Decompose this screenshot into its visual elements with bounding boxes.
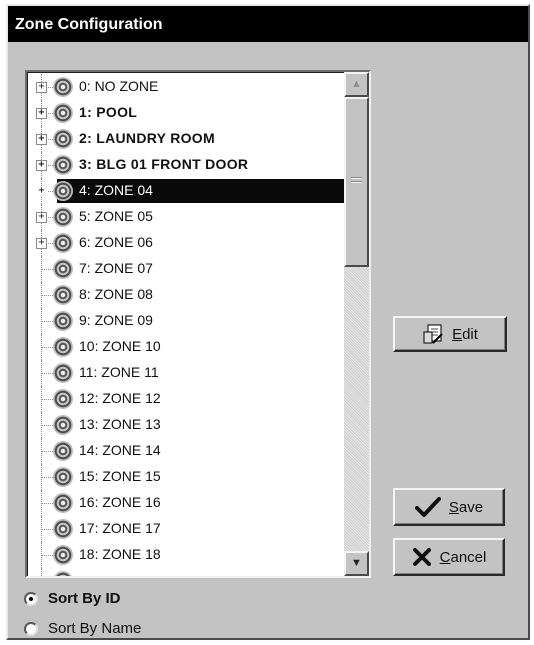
zone-label: 7: ZONE 07 — [79, 260, 153, 276]
zone-label: 1: POOL — [79, 104, 138, 120]
zone-label: 17: ZONE 17 — [79, 520, 161, 536]
zone-tree-item[interactable]: +5: ZONE 05 — [27, 204, 342, 230]
zone-tree-item[interactable]: +2: LAUNDRY ROOM — [27, 126, 342, 152]
zone-tree-item[interactable]: +4: ZONE 04 — [27, 178, 344, 204]
zone-speaker-icon — [53, 337, 73, 357]
zone-tree-item[interactable]: 13: ZONE 13 — [27, 412, 342, 438]
expand-plus-icon[interactable]: + — [36, 160, 47, 171]
zone-tree-item[interactable]: 18: ZONE 18 — [27, 542, 342, 568]
zone-label: 6: ZONE 06 — [79, 234, 153, 250]
edit-document-icon — [422, 323, 444, 345]
zone-label: 9: ZONE 09 — [79, 312, 153, 328]
zone-label: 2: LAUNDRY ROOM — [79, 130, 215, 146]
window-title: Zone Configuration — [8, 6, 528, 42]
zone-label: 3: BLG 01 FRONT DOOR — [79, 156, 249, 172]
zone-speaker-icon — [53, 311, 73, 331]
zone-tree-item[interactable]: 9: ZONE 09 — [27, 308, 342, 334]
zone-tree-list[interactable]: +0: NO ZONE +1: POOL +2: LAUNDRY ROOM +3: B… — [25, 70, 371, 578]
zone-speaker-icon — [53, 207, 73, 227]
zone-speaker-icon — [53, 571, 73, 576]
zone-tree-item[interactable]: 12: ZONE 12 — [27, 386, 342, 412]
zone-tree-item[interactable]: 14: ZONE 14 — [27, 438, 342, 464]
zone-list-items: +0: NO ZONE +1: POOL +2: LAUNDRY ROOM +3: B… — [27, 74, 344, 576]
save-button-label: Save — [448, 498, 484, 516]
zone-tree-item[interactable]: 15: ZONE 15 — [27, 464, 342, 490]
zone-label: 8: ZONE 08 — [79, 286, 153, 302]
expand-plus-icon[interactable]: + — [36, 186, 47, 197]
zone-label: 14: ZONE 14 — [79, 442, 161, 458]
expand-plus-icon[interactable]: + — [36, 108, 47, 119]
sort-by-name-label: Sort By Name — [48, 620, 142, 637]
zone-tree-item[interactable]: 17: ZONE 17 — [27, 516, 342, 542]
zone-speaker-icon — [53, 259, 73, 279]
zone-speaker-icon — [53, 493, 73, 513]
expand-plus-icon[interactable]: + — [36, 212, 47, 223]
zone-label: 13: ZONE 13 — [79, 416, 161, 432]
edit-button-label: Edit — [452, 325, 478, 343]
sort-by-name-option[interactable]: Sort By Name — [24, 620, 141, 637]
checkmark-icon — [414, 496, 441, 518]
zone-speaker-icon — [53, 441, 73, 461]
expand-plus-icon[interactable]: + — [36, 82, 47, 93]
sort-by-id-radio[interactable] — [24, 591, 38, 606]
zone-label: 18: ZONE 18 — [79, 546, 161, 562]
zone-tree-item[interactable]: 8: ZONE 08 — [27, 282, 342, 308]
zone-speaker-icon — [53, 519, 73, 539]
zone-label: 11: ZONE 11 — [79, 364, 159, 380]
zone-label: 4: ZONE 04 — [79, 182, 153, 198]
zone-tree-item[interactable] — [27, 568, 342, 576]
edit-button[interactable]: Edit — [393, 316, 507, 352]
thumb-grip — [351, 177, 362, 179]
tree-connector-line — [41, 568, 42, 576]
zone-speaker-icon — [53, 77, 73, 97]
zone-label: 10: ZONE 10 — [79, 338, 161, 354]
zone-tree-item[interactable]: +0: NO ZONE — [27, 74, 342, 100]
zone-tree-item[interactable]: +6: ZONE 06 — [27, 230, 342, 256]
scroll-up-arrow-icon[interactable]: ▲ — [344, 72, 369, 97]
thumb-grip — [351, 181, 362, 183]
zone-label: 0: NO ZONE — [79, 78, 159, 94]
zone-speaker-icon — [53, 129, 73, 149]
zone-label: 16: ZONE 16 — [79, 494, 161, 510]
zone-speaker-icon — [53, 545, 73, 565]
zone-tree-item[interactable]: +3: BLG 01 FRONT DOOR — [27, 152, 342, 178]
scroll-thumb[interactable] — [344, 97, 369, 267]
zone-speaker-icon — [53, 103, 73, 123]
save-button[interactable]: Save — [393, 488, 505, 526]
x-mark-icon — [412, 547, 432, 567]
zone-speaker-icon — [53, 363, 73, 383]
zone-speaker-icon — [53, 181, 73, 201]
sort-by-name-radio[interactable] — [24, 621, 38, 636]
expand-plus-icon[interactable]: + — [36, 238, 47, 249]
scroll-down-arrow-icon[interactable]: ▼ — [344, 551, 369, 576]
vertical-scrollbar[interactable]: ▲ ▼ — [344, 72, 369, 576]
zone-configuration-window: Zone Configuration +0: NO ZONE +1: POOL +2… — [6, 4, 530, 640]
zone-tree-item[interactable]: 11: ZONE 11 — [27, 360, 342, 386]
zone-label: 12: ZONE 12 — [79, 390, 161, 406]
zone-tree-item[interactable]: +1: POOL — [27, 100, 342, 126]
sort-by-id-option[interactable]: Sort By ID — [24, 590, 121, 607]
zone-speaker-icon — [53, 389, 73, 409]
zone-speaker-icon — [53, 233, 73, 253]
zone-label: 5: ZONE 05 — [79, 208, 153, 224]
cancel-button-label: Cancel — [439, 548, 487, 566]
zone-tree-item[interactable]: 10: ZONE 10 — [27, 334, 342, 360]
zone-speaker-icon — [53, 285, 73, 305]
zone-label: 15: ZONE 15 — [79, 468, 161, 484]
zone-tree-item[interactable]: 7: ZONE 07 — [27, 256, 342, 282]
expand-plus-icon[interactable]: + — [36, 134, 47, 145]
zone-speaker-icon — [53, 467, 73, 487]
cancel-button[interactable]: Cancel — [393, 538, 505, 576]
zone-tree-item[interactable]: 16: ZONE 16 — [27, 490, 342, 516]
zone-speaker-icon — [53, 155, 73, 175]
sort-by-id-label: Sort By ID — [48, 590, 121, 607]
zone-speaker-icon — [53, 415, 73, 435]
